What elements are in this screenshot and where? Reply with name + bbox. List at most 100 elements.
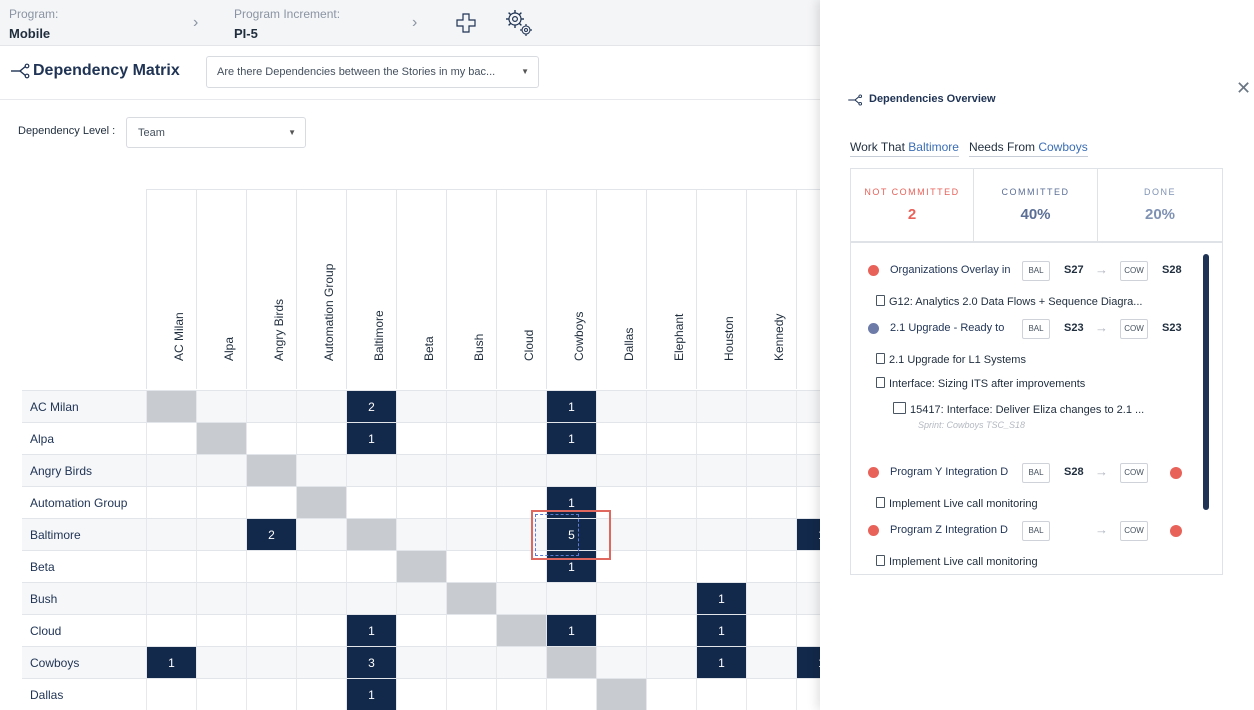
- matrix-cell[interactable]: [796, 615, 820, 647]
- matrix-cell[interactable]: [596, 583, 646, 615]
- matrix-cell[interactable]: [746, 391, 796, 423]
- story-item[interactable]: Implement Live call monitoring: [876, 497, 1038, 510]
- feature-title[interactable]: Organizations Overlay in: [890, 264, 1014, 276]
- matrix-cell[interactable]: [496, 583, 546, 615]
- matrix-cell[interactable]: [796, 487, 820, 519]
- matrix-cell[interactable]: [646, 615, 696, 647]
- matrix-cell[interactable]: [396, 487, 446, 519]
- matrix-cell[interactable]: [796, 679, 820, 710]
- matrix-cell[interactable]: [696, 551, 746, 583]
- matrix-cell[interactable]: [196, 615, 246, 647]
- matrix-cell-dependency[interactable]: 1: [546, 391, 596, 423]
- matrix-cell[interactable]: [346, 487, 396, 519]
- matrix-cell[interactable]: [196, 455, 246, 487]
- matrix-cell[interactable]: [696, 391, 746, 423]
- matrix-cell[interactable]: [446, 519, 496, 551]
- matrix-cell[interactable]: [446, 551, 496, 583]
- matrix-cell[interactable]: [646, 519, 696, 551]
- matrix-cell[interactable]: [246, 679, 296, 710]
- matrix-cell[interactable]: [396, 455, 446, 487]
- matrix-cell[interactable]: [196, 583, 246, 615]
- matrix-cell[interactable]: [396, 423, 446, 455]
- matrix-cell[interactable]: [446, 487, 496, 519]
- story-item[interactable]: Interface: Sizing ITS after improvements: [876, 377, 1085, 390]
- matrix-cell[interactable]: [296, 519, 346, 551]
- matrix-cell[interactable]: [746, 487, 796, 519]
- story-item[interactable]: G12: Analytics 2.0 Data Flows + Sequence…: [876, 295, 1142, 308]
- matrix-cell[interactable]: [696, 519, 746, 551]
- matrix-cell[interactable]: [746, 583, 796, 615]
- matrix-cell[interactable]: [796, 551, 820, 583]
- matrix-cell[interactable]: [196, 391, 246, 423]
- matrix-cell[interactable]: [746, 551, 796, 583]
- matrix-cell[interactable]: [446, 455, 496, 487]
- story-item[interactable]: 2.1 Upgrade for L1 Systems: [876, 353, 1026, 366]
- matrix-cell[interactable]: [746, 519, 796, 551]
- matrix-cell[interactable]: [796, 583, 820, 615]
- feature-dependency-row[interactable]: 2.1 Upgrade - Ready to BAL S23 → COW S23: [851, 319, 1222, 339]
- matrix-cell-dependency[interactable]: 1: [796, 519, 820, 551]
- matrix-cell[interactable]: [646, 455, 696, 487]
- close-icon[interactable]: ✕: [1236, 78, 1251, 99]
- matrix-cell[interactable]: [446, 615, 496, 647]
- matrix-cell-dependency[interactable]: 3: [346, 647, 396, 679]
- matrix-cell[interactable]: [596, 615, 646, 647]
- needs-from-filter[interactable]: Needs From Cowboys: [968, 140, 1088, 157]
- matrix-cell[interactable]: [696, 679, 746, 710]
- matrix-cell[interactable]: [196, 679, 246, 710]
- matrix-cell[interactable]: [446, 391, 496, 423]
- matrix-cell[interactable]: [246, 583, 296, 615]
- matrix-cell[interactable]: [496, 423, 546, 455]
- matrix-cell[interactable]: [296, 551, 346, 583]
- matrix-cell[interactable]: [496, 679, 546, 710]
- matrix-cell[interactable]: [146, 551, 196, 583]
- matrix-cell[interactable]: [396, 647, 446, 679]
- matrix-cell-dependency[interactable]: 1: [146, 647, 196, 679]
- matrix-cell[interactable]: [246, 615, 296, 647]
- matrix-cell[interactable]: [446, 423, 496, 455]
- matrix-cell[interactable]: [596, 391, 646, 423]
- matrix-cell[interactable]: [346, 455, 396, 487]
- matrix-cell[interactable]: [646, 679, 696, 710]
- matrix-cell[interactable]: [746, 679, 796, 710]
- matrix-cell[interactable]: [246, 647, 296, 679]
- matrix-cell[interactable]: [646, 583, 696, 615]
- matrix-cell[interactable]: [146, 679, 196, 710]
- matrix-cell[interactable]: [596, 647, 646, 679]
- matrix-cell[interactable]: [346, 551, 396, 583]
- matrix-cell[interactable]: [296, 391, 346, 423]
- matrix-cell[interactable]: [396, 615, 446, 647]
- feature-dependency-row[interactable]: Program Y Integration D BAL S28 → COW: [851, 463, 1222, 483]
- matrix-cell-dependency[interactable]: 1: [546, 615, 596, 647]
- matrix-cell-dependency[interactable]: 1: [796, 647, 820, 679]
- matrix-cell[interactable]: [746, 647, 796, 679]
- matrix-cell[interactable]: [746, 423, 796, 455]
- matrix-cell[interactable]: [496, 391, 546, 423]
- matrix-cell-dependency[interactable]: 1: [346, 423, 396, 455]
- matrix-cell[interactable]: [146, 487, 196, 519]
- matrix-cell[interactable]: [646, 647, 696, 679]
- matrix-cell[interactable]: [596, 455, 646, 487]
- matrix-cell[interactable]: [796, 391, 820, 423]
- matrix-cell[interactable]: [646, 391, 696, 423]
- matrix-cell[interactable]: [696, 455, 746, 487]
- matrix-cell[interactable]: [196, 647, 246, 679]
- matrix-cell[interactable]: [196, 519, 246, 551]
- matrix-cell[interactable]: [496, 647, 546, 679]
- matrix-cell[interactable]: [296, 583, 346, 615]
- feature-title[interactable]: Program Z Integration D: [890, 524, 1014, 536]
- matrix-cell-dependency[interactable]: 1: [546, 423, 596, 455]
- matrix-cell[interactable]: [746, 615, 796, 647]
- matrix-cell-dependency[interactable]: 1: [696, 647, 746, 679]
- matrix-cell[interactable]: [246, 551, 296, 583]
- matrix-cell[interactable]: [146, 519, 196, 551]
- matrix-cell[interactable]: [146, 455, 196, 487]
- matrix-cell-dependency[interactable]: 1: [346, 679, 396, 710]
- substory-item[interactable]: 15417: Interface: Deliver Eliza changes …: [893, 402, 1144, 416]
- matrix-cell[interactable]: [296, 423, 346, 455]
- matrix-cell[interactable]: [246, 423, 296, 455]
- scrollbar[interactable]: [1203, 254, 1209, 510]
- matrix-cell[interactable]: [146, 423, 196, 455]
- matrix-cell-dependency[interactable]: 2: [246, 519, 296, 551]
- matrix-cell[interactable]: [796, 455, 820, 487]
